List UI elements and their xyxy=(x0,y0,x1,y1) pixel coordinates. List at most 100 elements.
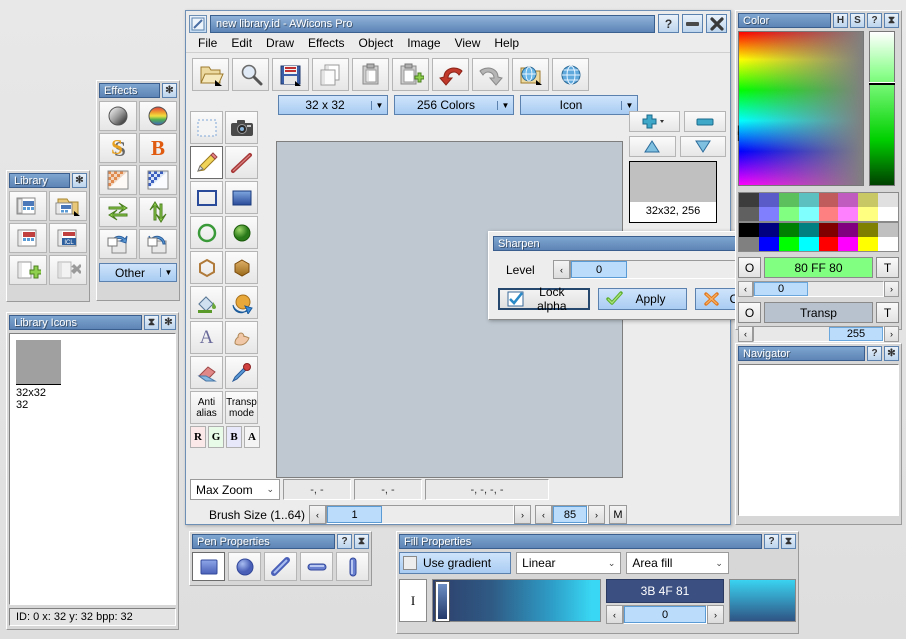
polygon-filled-tool[interactable] xyxy=(225,251,258,284)
stop-increment-icon[interactable]: › xyxy=(707,605,724,624)
redo-icon[interactable] xyxy=(472,58,509,91)
level-decrement-icon[interactable]: ‹ xyxy=(553,260,570,279)
fg-alpha-decrement-icon[interactable]: ‹ xyxy=(738,281,753,297)
swatch[interactable] xyxy=(739,237,759,251)
library-icons-list[interactable]: 32x32 32 xyxy=(9,333,176,605)
swatch[interactable] xyxy=(739,223,759,237)
swatch[interactable] xyxy=(858,237,878,251)
swatch[interactable] xyxy=(858,207,878,221)
select-rect-tool[interactable] xyxy=(190,111,223,144)
transp-mode-toggle[interactable]: Transpmode xyxy=(225,391,258,424)
paste-new-icon[interactable] xyxy=(392,58,429,91)
swatch[interactable] xyxy=(799,193,819,207)
rotate-right-effect[interactable] xyxy=(139,229,177,259)
use-gradient-checkbox[interactable]: Use gradient xyxy=(399,552,511,574)
help-button[interactable]: ? xyxy=(658,14,679,33)
remove-icon-button[interactable] xyxy=(49,255,87,285)
brush-increment-icon[interactable]: › xyxy=(514,505,531,524)
pen-square-button[interactable] xyxy=(192,552,225,581)
swatch[interactable] xyxy=(779,207,799,221)
menu-item-object[interactable]: Object xyxy=(352,34,401,52)
gradient-bar[interactable] xyxy=(432,579,601,622)
brush-size-slider[interactable]: ‹ 1 › xyxy=(309,505,531,524)
colorize-effect[interactable] xyxy=(139,101,177,131)
gradient-type-select[interactable]: Linear ⌄ xyxy=(516,552,621,574)
opacity-mode-button[interactable]: M xyxy=(609,505,627,524)
swatch[interactable] xyxy=(878,207,898,221)
fg-transparent-button[interactable]: T xyxy=(876,257,899,278)
swatch[interactable] xyxy=(799,223,819,237)
bg-alpha-decrement-icon[interactable]: ‹ xyxy=(738,326,753,342)
menu-item-draw[interactable]: Draw xyxy=(259,34,301,52)
eraser-tool[interactable] xyxy=(190,356,223,389)
library-close-icon[interactable]: ✻ xyxy=(72,173,87,188)
brush-track[interactable]: 1 xyxy=(326,505,514,524)
opacity-increment-icon[interactable]: › xyxy=(588,505,605,524)
ellipse-filled-tool[interactable] xyxy=(225,216,258,249)
hue-mode-icon[interactable]: H xyxy=(833,13,848,28)
gradient-stop[interactable] xyxy=(436,582,449,621)
fill-help-icon[interactable]: ? xyxy=(764,534,779,549)
color-help-icon[interactable]: ? xyxy=(867,13,882,28)
polygon-outline-tool[interactable] xyxy=(190,251,223,284)
pen-round-button[interactable] xyxy=(228,552,261,581)
swatch[interactable] xyxy=(858,223,878,237)
zoom-select[interactable]: Max Zoom ⌄ xyxy=(190,479,280,500)
flip-horizontal-effect[interactable] xyxy=(99,197,137,227)
apply-button[interactable]: Apply xyxy=(598,288,688,310)
swatch[interactable] xyxy=(739,193,759,207)
bg-opaque-button[interactable]: O xyxy=(738,302,761,323)
swatch[interactable] xyxy=(799,237,819,251)
navigator-close-icon[interactable]: ✻ xyxy=(884,346,899,361)
fg-alpha-slider[interactable]: ‹ 0 › xyxy=(738,281,899,297)
menu-item-edit[interactable]: Edit xyxy=(224,34,259,52)
swatch[interactable] xyxy=(779,237,799,251)
stop-track[interactable]: 0 xyxy=(623,605,707,624)
bold-effect[interactable]: B xyxy=(139,133,177,163)
swatch[interactable] xyxy=(838,237,858,251)
palette-row[interactable] xyxy=(739,237,898,251)
swatch[interactable] xyxy=(759,193,779,207)
stop-decrement-icon[interactable]: ‹ xyxy=(606,605,623,624)
add-image-button[interactable] xyxy=(629,111,680,132)
menu-item-file[interactable]: File xyxy=(191,34,224,52)
fg-opaque-button[interactable]: O xyxy=(738,257,761,278)
channel-a[interactable]: A xyxy=(244,426,260,448)
gradient-position-marker[interactable]: I xyxy=(399,579,427,622)
image-list[interactable]: 32x32, 256 xyxy=(629,161,717,223)
collapse-icon[interactable]: ⧗ xyxy=(144,315,159,330)
fg-alpha-track[interactable]: 0 xyxy=(753,281,884,297)
transparency-warm-effect[interactable] xyxy=(99,165,137,195)
swatch[interactable] xyxy=(759,207,779,221)
channel-g[interactable]: G xyxy=(208,426,224,448)
colors-dropdown[interactable]: 256 Colors ▼ xyxy=(394,95,514,115)
ellipse-outline-tool[interactable] xyxy=(190,216,223,249)
new-library-button[interactable] xyxy=(9,191,47,221)
palette-row[interactable] xyxy=(739,193,898,207)
navigator-help-icon[interactable]: ? xyxy=(867,346,882,361)
anti-alias-toggle[interactable]: Antialias xyxy=(190,391,223,424)
brush-decrement-icon[interactable]: ‹ xyxy=(309,505,326,524)
pen-horizontal-button[interactable] xyxy=(300,552,333,581)
flip-vertical-effect[interactable] xyxy=(139,197,177,227)
swatch[interactable] xyxy=(878,193,898,207)
rotate-left-effect[interactable] xyxy=(99,229,137,259)
menu-item-view[interactable]: View xyxy=(448,34,488,52)
swatch[interactable] xyxy=(759,237,779,251)
swatch[interactable] xyxy=(838,193,858,207)
menu-item-image[interactable]: Image xyxy=(400,34,447,52)
save-library-button[interactable] xyxy=(9,223,47,253)
color-collapse-icon[interactable]: ⧗ xyxy=(884,13,899,28)
swatch[interactable] xyxy=(878,223,898,237)
smudge-tool[interactable] xyxy=(225,321,258,354)
color-replace-tool[interactable] xyxy=(225,286,258,319)
channel-r[interactable]: R xyxy=(190,426,206,448)
close-button[interactable] xyxy=(706,14,727,33)
saturation-mode-icon[interactable]: S xyxy=(850,13,865,28)
format-dropdown[interactable]: Icon ▼ xyxy=(520,95,638,115)
open-library-button[interactable] xyxy=(49,191,87,221)
bg-alpha-track[interactable]: 255 xyxy=(753,326,884,342)
value-slider-bar[interactable] xyxy=(869,31,895,186)
swatch[interactable] xyxy=(759,223,779,237)
channel-b[interactable]: B xyxy=(226,426,242,448)
